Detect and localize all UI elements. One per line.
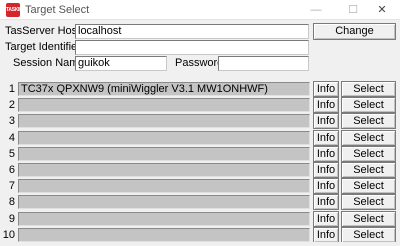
select-button[interactable]: Select [341, 211, 396, 227]
info-button[interactable]: Info [313, 81, 339, 97]
target-row-number: 5 [8, 148, 15, 160]
select-button[interactable]: Select [341, 178, 396, 194]
password-input[interactable] [218, 56, 309, 71]
minimize-icon[interactable]: — [296, 0, 336, 20]
session-name-label: Session Name [13, 57, 85, 69]
target-row-number: 9 [8, 213, 15, 225]
target-row-number: 4 [8, 132, 15, 144]
target-row: 7 Info Select [0, 178, 400, 194]
info-button[interactable]: Info [313, 227, 339, 243]
info-button[interactable]: Info [313, 146, 339, 162]
window-title: Target Select [25, 4, 90, 16]
tasserver-host-input[interactable]: localhost [75, 24, 309, 39]
target-identifier-input[interactable] [75, 40, 309, 55]
target-row-field[interactable] [18, 212, 310, 226]
target-row: 1 TC37x QPXNW9 (miniWiggler V3.1 MW1ONHWF… [0, 81, 400, 97]
target-row-field[interactable] [18, 131, 310, 145]
target-row-number: 10 [2, 229, 15, 241]
target-row: 2 Info Select [0, 97, 400, 113]
select-button[interactable]: Select [341, 130, 396, 146]
target-row: 10 Info Select [0, 227, 400, 243]
change-button[interactable]: Change [313, 23, 396, 40]
target-row-field[interactable] [18, 195, 310, 209]
target-row: 9 Info Select [0, 211, 400, 227]
target-row-field[interactable] [18, 147, 310, 161]
info-button[interactable]: Info [313, 178, 339, 194]
target-row-number: 8 [8, 196, 15, 208]
target-row: 8 Info Select [0, 194, 400, 210]
select-button[interactable]: Select [341, 194, 396, 210]
tasserver-host-label: TasServer Host [5, 25, 81, 37]
target-row-field[interactable] [18, 98, 310, 112]
password-label: Password [175, 57, 224, 69]
target-row: 4 Info Select [0, 130, 400, 146]
target-row-number: 1 [8, 83, 15, 95]
target-row-number: 3 [8, 115, 15, 127]
target-row-number: 6 [8, 164, 15, 176]
target-row-number: 7 [8, 180, 15, 192]
target-identifier-label: Target Identifier [5, 41, 81, 53]
target-row-field[interactable] [18, 179, 310, 193]
target-select-window: TASKING Target Select — ☐ ✕ TasServer Ho… [0, 0, 400, 246]
info-button[interactable]: Info [313, 211, 339, 227]
target-row-field[interactable] [18, 163, 310, 177]
title-bar: TASKING Target Select — ☐ ✕ [0, 0, 400, 20]
target-row: 6 Info Select [0, 162, 400, 178]
info-button[interactable]: Info [313, 113, 339, 129]
target-row-field[interactable]: TC37x QPXNW9 (miniWiggler V3.1 MW1ONHWF) [18, 82, 310, 96]
close-icon[interactable]: ✕ [364, 0, 400, 20]
info-button[interactable]: Info [313, 194, 339, 210]
select-button[interactable]: Select [341, 97, 396, 113]
target-row-field[interactable] [18, 228, 310, 242]
select-button[interactable]: Select [341, 146, 396, 162]
info-button[interactable]: Info [313, 130, 339, 146]
target-row-number: 2 [8, 99, 15, 111]
target-row: 5 Info Select [0, 146, 400, 162]
select-button[interactable]: Select [341, 113, 396, 129]
info-button[interactable]: Info [313, 162, 339, 178]
select-button[interactable]: Select [341, 162, 396, 178]
target-row: 3 Info Select [0, 113, 400, 129]
session-name-input[interactable]: guikok [75, 56, 167, 71]
bottom-edge [0, 242, 400, 246]
info-button[interactable]: Info [313, 97, 339, 113]
tasking-app-icon: TASKING [6, 3, 26, 17]
select-button[interactable]: Select [341, 227, 396, 243]
select-button[interactable]: Select [341, 81, 396, 97]
target-row-field[interactable] [18, 114, 310, 128]
